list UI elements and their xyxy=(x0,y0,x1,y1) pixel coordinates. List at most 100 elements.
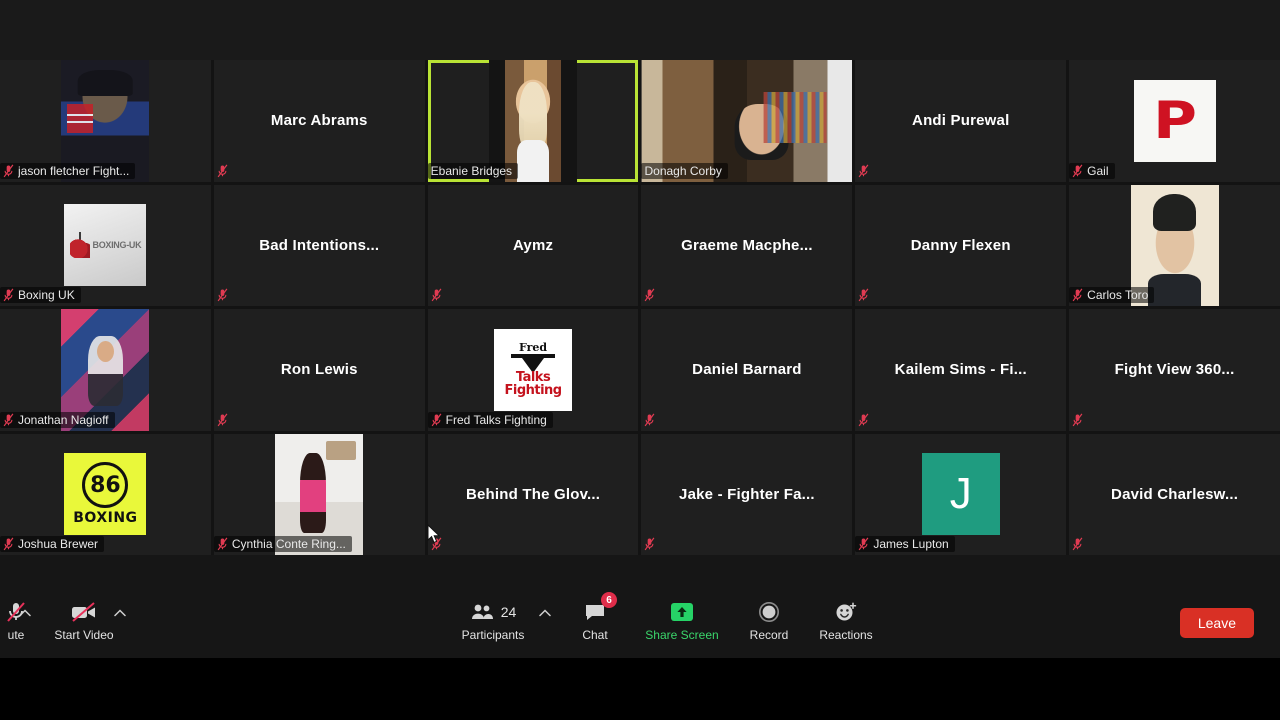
participant-name: Jake - Fighter Fa... xyxy=(679,485,815,503)
participant-tile[interactable]: BOXING-UK Boxing UK xyxy=(0,184,211,306)
tile-name-strip: Joshua Brewer xyxy=(0,536,105,552)
tile-name-strip xyxy=(855,412,875,428)
participant-tile[interactable]: Ron Lewis xyxy=(213,309,425,431)
tile-name-strip xyxy=(1069,536,1089,552)
microphone-muted-icon xyxy=(1072,413,1083,427)
participants-options-chevron-up-icon[interactable] xyxy=(538,606,552,620)
reactions-label: Reactions xyxy=(819,628,873,642)
avatar-logo: Fred Talks Fighting xyxy=(494,328,573,411)
avatar-logo: 86 BOXING xyxy=(64,453,147,536)
tile-name-strip xyxy=(1069,412,1089,428)
participant-name: Ebanie Bridges xyxy=(430,163,513,178)
record-icon xyxy=(758,599,780,625)
chat-label: Chat xyxy=(582,628,608,642)
chat-button[interactable]: 6 Chat xyxy=(570,592,620,642)
chat-bubble-icon: 6 xyxy=(583,592,617,625)
unmute-label: ute xyxy=(7,628,25,642)
participant-tile[interactable]: Donagh Corby xyxy=(641,60,853,182)
participant-tile[interactable]: P Gail xyxy=(1069,60,1280,182)
tile-name-strip: Fred Talks Fighting xyxy=(427,411,553,428)
participant-name: Marc Abrams xyxy=(270,112,368,130)
participant-tile[interactable]: Danny Flexen xyxy=(855,184,1067,306)
participants-button[interactable]: 24 Participants xyxy=(460,599,526,642)
participant-tile[interactable]: Behind The Glov... xyxy=(427,433,639,555)
microphone-muted-icon xyxy=(217,413,228,427)
tile-name-strip xyxy=(641,287,661,303)
participants-icon: 24 xyxy=(470,599,517,625)
reactions-button[interactable]: Reactions xyxy=(814,599,878,642)
tile-name-strip xyxy=(214,412,234,428)
participant-tile[interactable]: Jake - Fighter Fa... xyxy=(641,433,853,555)
participant-tile[interactable]: Jonathan Nagioff xyxy=(0,309,211,431)
microphone-muted-icon xyxy=(858,164,869,178)
tile-name-strip: Jonathan Nagioff xyxy=(0,411,115,428)
microphone-muted-icon xyxy=(217,288,228,302)
participant-tile[interactable]: David Charlesw... xyxy=(1069,433,1280,555)
participant-tile[interactable]: Ebanie Bridges xyxy=(427,60,639,182)
avatar-logo: BOXING-UK xyxy=(64,204,147,287)
tile-media: P xyxy=(1131,60,1219,182)
microphone-muted-icon xyxy=(431,288,442,302)
participant-name: Behind The Glov... xyxy=(465,485,601,503)
tile-name-strip xyxy=(641,412,661,428)
participant-tile[interactable]: jason fletcher Fight... xyxy=(0,60,211,182)
participant-name: James Lupton xyxy=(873,537,949,551)
tile-name-strip xyxy=(214,287,234,303)
participant-tile[interactable]: Fight View 360... xyxy=(1069,309,1280,431)
record-button[interactable]: Record xyxy=(742,599,796,642)
participant-tile[interactable]: Graeme Macphe... xyxy=(641,184,853,306)
tile-name-strip xyxy=(855,163,875,179)
microphone-muted-icon xyxy=(3,537,14,551)
participant-tile[interactable]: 86 BOXING Joshua Brewer xyxy=(0,433,211,555)
chat-unread-badge: 6 xyxy=(601,592,617,608)
participant-name: Carlos Toro xyxy=(1087,288,1149,302)
microphone-muted-icon xyxy=(858,537,869,551)
microphone-muted-icon xyxy=(644,537,655,551)
microphone-muted-icon xyxy=(858,413,869,427)
participant-tile[interactable]: Aymz xyxy=(427,184,639,306)
avatar-initial: J xyxy=(921,453,1000,536)
participant-tile[interactable]: Andi Purewal xyxy=(855,60,1067,182)
tile-name-strip xyxy=(855,287,875,303)
microphone-muted-icon xyxy=(1072,288,1083,302)
microphone-muted-icon xyxy=(3,413,14,427)
participant-tile[interactable]: Carlos Toro xyxy=(1069,184,1280,306)
microphone-muted-icon xyxy=(858,288,869,302)
tile-name-strip xyxy=(428,287,448,303)
participant-tile[interactable]: Fred Talks Fighting Fred Talks Fighting xyxy=(427,309,639,431)
share-screen-label: Share Screen xyxy=(645,628,719,642)
participant-tile[interactable]: Daniel Barnard xyxy=(641,309,853,431)
avatar-initial-letter: J xyxy=(949,469,972,519)
participant-tile[interactable]: Marc Abrams xyxy=(213,60,425,182)
tile-name-strip: jason fletcher Fight... xyxy=(0,162,136,179)
participant-name: Kailem Sims - Fi... xyxy=(894,361,1027,379)
participant-name: Graeme Macphe... xyxy=(681,236,813,254)
start-video-button[interactable]: Start Video xyxy=(53,599,115,642)
tile-name-strip: Boxing UK xyxy=(0,287,81,303)
participant-name: Aymz xyxy=(512,236,554,254)
tile-name-strip: Donagh Corby xyxy=(641,162,728,179)
microphone-muted-icon xyxy=(431,413,442,427)
participant-name: Boxing UK xyxy=(18,288,75,302)
participant-tile[interactable]: Cynthia Conte Ring... xyxy=(213,433,425,555)
share-screen-button[interactable]: Share Screen xyxy=(637,599,727,642)
participants-count: 24 xyxy=(500,604,517,620)
meeting-toolbar: ute Start Video 24 Participants 6 Chat S… xyxy=(0,555,1280,658)
tile-name-strip xyxy=(214,163,234,179)
participant-name: Danny Flexen xyxy=(910,236,1011,254)
participant-tile[interactable]: J James Lupton xyxy=(855,433,1067,555)
participant-tile[interactable]: Kailem Sims - Fi... xyxy=(855,309,1067,431)
participant-name: Bad Intentions... xyxy=(259,236,380,254)
participant-name: Cynthia Conte Ring... xyxy=(231,537,346,551)
zoom-meeting-window: jason fletcher Fight... Marc Abrams Ebanie… xyxy=(0,0,1280,720)
participant-tile[interactable]: Bad Intentions... xyxy=(213,184,425,306)
participant-name: Jonathan Nagioff xyxy=(18,412,109,427)
participant-name: Fred Talks Fighting xyxy=(445,412,547,427)
microphone-muted-icon xyxy=(217,537,228,551)
video-camera-muted-icon xyxy=(70,599,98,625)
audio-options-chevron-up-icon[interactable] xyxy=(18,606,32,620)
video-options-chevron-up-icon[interactable] xyxy=(113,606,127,620)
participant-name: Donagh Corby xyxy=(644,163,722,178)
leave-button[interactable]: Leave xyxy=(1179,608,1254,638)
record-label: Record xyxy=(749,628,789,642)
